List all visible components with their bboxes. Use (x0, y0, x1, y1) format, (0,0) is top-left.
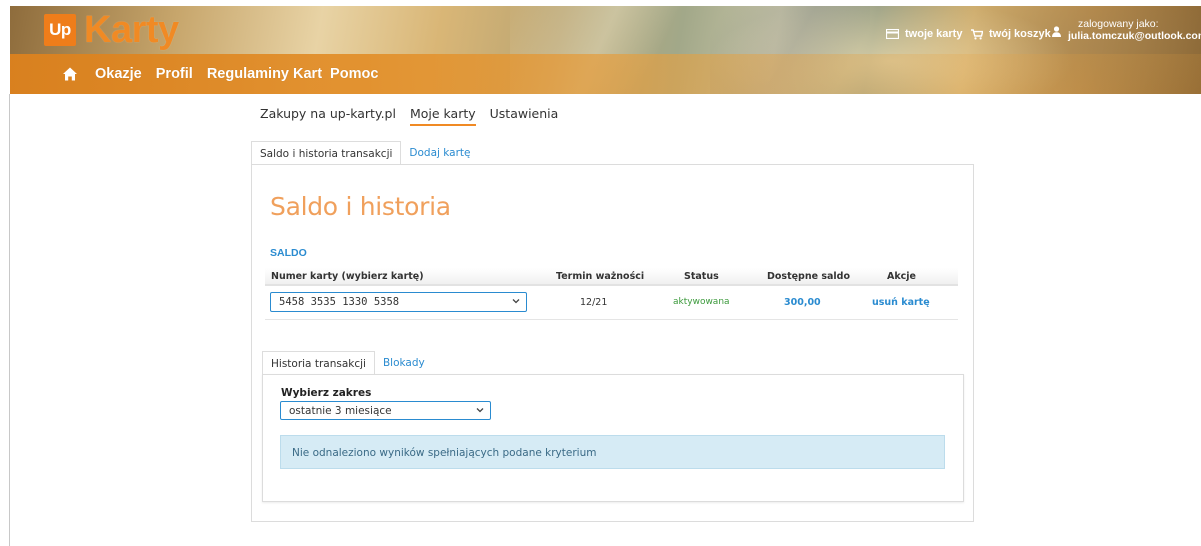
saldo-section-label: SALDO (270, 247, 307, 259)
account-subnav: Zakupy na up-karty.pl Moje karty Ustawie… (260, 106, 572, 126)
page-left-border (9, 94, 10, 546)
user-info[interactable]: zalogowany jako: julia.tomczuk@outlook.c… (1052, 18, 1201, 42)
page-title: Saldo i historia (270, 192, 451, 221)
cart-label: twój koszyk (989, 28, 1051, 40)
col-balance: Dostępne saldo (767, 271, 851, 282)
col-actions: Akcje (887, 271, 917, 282)
logo-wordmark: Karty (84, 9, 179, 51)
my-cards-label: twoje karty (905, 28, 963, 40)
chevron-down-icon (512, 299, 520, 304)
tab-transaction-history[interactable]: Historia transakcji (262, 351, 375, 375)
history-tabs: Historia transakcji Blokady (262, 351, 433, 375)
subnav-settings[interactable]: Ustawienia (490, 106, 559, 126)
nav-item-okazje[interactable]: Okazje (95, 66, 142, 82)
card-balance: 300,00 (784, 297, 821, 308)
main-nav: Okazje Profil Regulaminy Kart Pomoc (62, 66, 392, 82)
cart-link[interactable]: twój koszyk (971, 28, 1051, 40)
logo-up-badge: Up (44, 14, 76, 46)
cards-table-header: Numer karty (wybierz kartę) Termin ważno… (265, 268, 958, 286)
range-select[interactable]: ostatnie 3 miesiące (280, 401, 491, 420)
subnav-shopping[interactable]: Zakupy na up-karty.pl (260, 106, 396, 126)
user-icon (1052, 26, 1061, 37)
no-results-message: Nie odnaleziono wyników spełniających po… (292, 447, 597, 459)
range-label: Wybierz zakres (281, 387, 372, 399)
col-expiry: Termin ważności (556, 271, 645, 282)
tab-balance-history[interactable]: Saldo i historia transakcji (251, 141, 402, 165)
tab-add-card[interactable]: Dodaj kartę (401, 141, 478, 165)
card-icon (886, 29, 899, 39)
my-cards-link[interactable]: twoje karty (886, 28, 962, 40)
card-status: aktywowana (673, 297, 730, 307)
chevron-down-icon (476, 408, 484, 413)
row-divider (265, 319, 958, 320)
tab-blocks[interactable]: Blokady (375, 351, 433, 375)
site-logo[interactable]: Up Karty (44, 9, 179, 51)
user-email: julia.tomczuk@outlook.com (1068, 30, 1201, 42)
no-results-alert: Nie odnaleziono wyników spełniających po… (280, 435, 945, 469)
site-header: Up Karty Okazje Profil Regulaminy Kart P… (10, 6, 1201, 94)
card-number-value: 5458 3535 1330 5358 (279, 296, 400, 308)
range-select-value: ostatnie 3 miesiące (289, 405, 392, 417)
nav-item-profil[interactable]: Profil (156, 66, 193, 82)
logged-in-label: zalogowany jako: (1078, 18, 1159, 30)
cart-icon (971, 28, 983, 39)
col-card-number: Numer karty (wybierz kartę) (271, 271, 424, 282)
subnav-my-cards[interactable]: Moje karty (409, 106, 476, 126)
card-tabs: Saldo i historia transakcji Dodaj kartę (251, 141, 479, 165)
card-expiry: 12/21 (580, 297, 608, 308)
col-status: Status (684, 271, 719, 282)
home-icon[interactable] (62, 66, 78, 82)
nav-item-regulaminy[interactable]: Regulaminy Kart (207, 66, 322, 82)
remove-card-link[interactable]: usuń kartę (872, 297, 930, 308)
nav-item-pomoc[interactable]: Pomoc (330, 66, 378, 82)
card-number-select[interactable]: 5458 3535 1330 5358 (270, 292, 527, 312)
